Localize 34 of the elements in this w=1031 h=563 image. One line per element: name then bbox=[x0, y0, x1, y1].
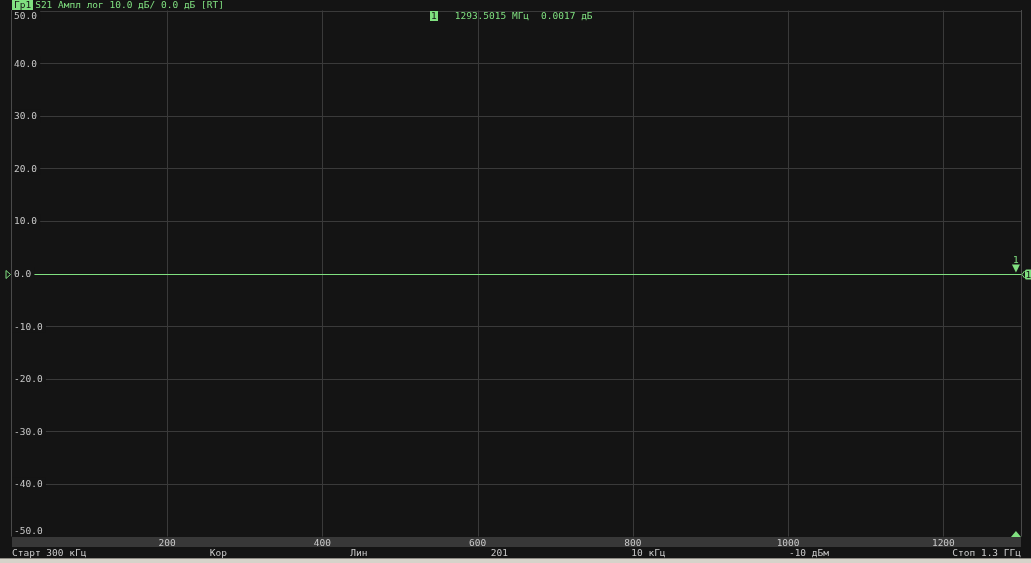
status-text: 10 кГц bbox=[631, 547, 666, 558]
y-axis-label: 20.0 bbox=[14, 162, 37, 174]
y-axis-label: -30.0 bbox=[14, 425, 43, 437]
marker-number-tag: 1 bbox=[430, 11, 438, 21]
y-axis-label: -20.0 bbox=[14, 373, 43, 385]
channel-tag: Гр1 bbox=[12, 0, 34, 10]
trace-info: S21 Ампл лог 10.0 дБ/ 0.0 дБ [RT] bbox=[35, 0, 224, 10]
status-text: 201 bbox=[490, 547, 508, 558]
marker-frequency: 1293.5015 МГц bbox=[454, 11, 530, 21]
status-text: Лин bbox=[350, 547, 368, 558]
chevron-icon bbox=[1021, 270, 1025, 279]
y-axis-label: -40.0 bbox=[14, 478, 43, 490]
y-axis-label: -10.0 bbox=[14, 320, 43, 332]
marker-icon bbox=[1011, 264, 1020, 273]
y-axis-label: 10.0 bbox=[14, 215, 37, 227]
trace-end-tag: 1 bbox=[1025, 269, 1031, 281]
y-axis-label: 30.0 bbox=[14, 110, 37, 122]
status-text: -10 дБм bbox=[788, 547, 829, 558]
marker-label: 1 bbox=[1013, 254, 1019, 265]
marker-value: 0.0017 дБ bbox=[541, 11, 593, 21]
y-axis-label: 40.0 bbox=[14, 57, 37, 69]
y-axis-label: -50.0 bbox=[14, 525, 43, 536]
y-axis-label: 0.0 bbox=[14, 268, 32, 279]
x-axis-label: 200 bbox=[158, 536, 176, 547]
x-axis-label: 1200 bbox=[931, 536, 955, 547]
reference-arrow-icon bbox=[5, 270, 11, 279]
y-axis-label: 50.0 bbox=[14, 10, 37, 21]
status-text: Старт 300 кГц bbox=[12, 547, 87, 558]
x-axis-label: 800 bbox=[624, 536, 642, 547]
x-axis-label: 400 bbox=[313, 536, 331, 547]
x-axis-label: 600 bbox=[469, 536, 487, 547]
status-text: Кор bbox=[209, 547, 227, 558]
status-text: Стоп 1.3 ГГц bbox=[952, 547, 1021, 558]
x-axis-label: 1000 bbox=[776, 536, 800, 547]
